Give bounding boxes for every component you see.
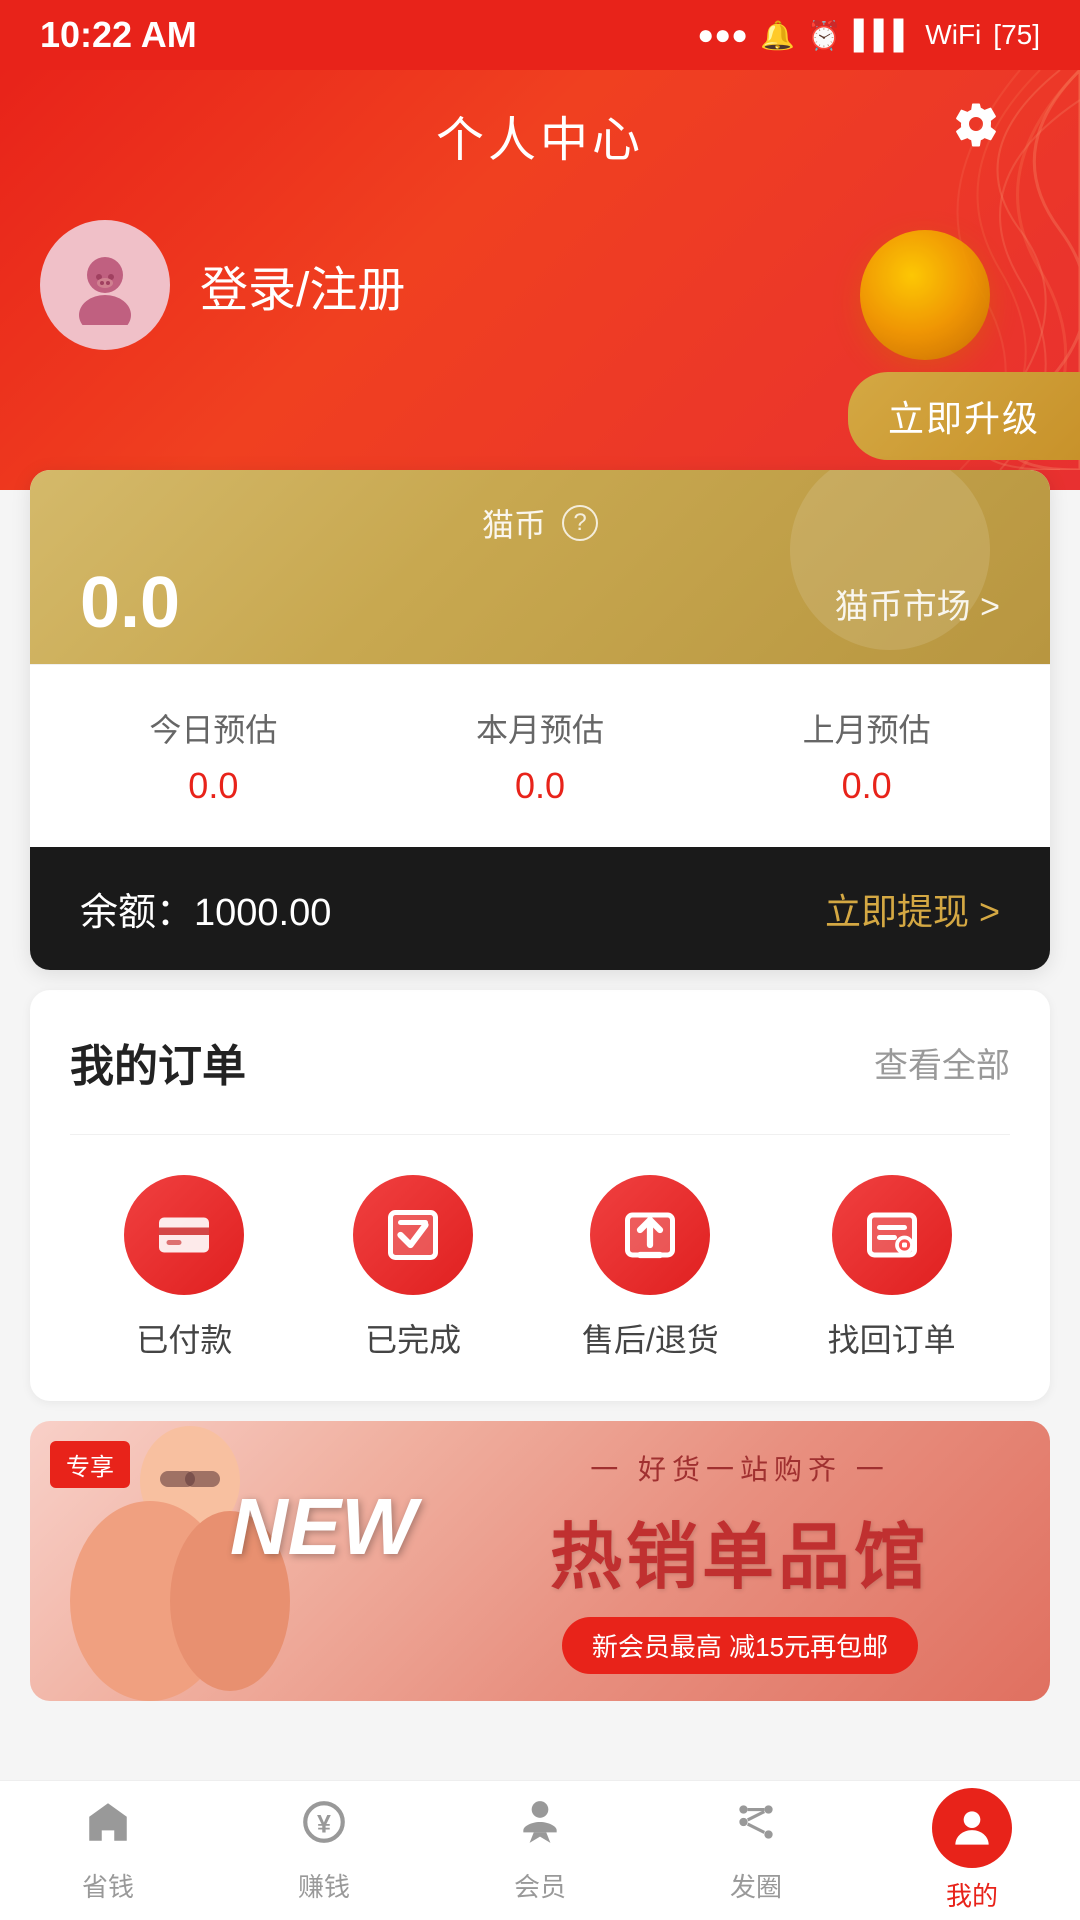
svg-text:¥: ¥	[317, 1810, 331, 1838]
banner-main-title: 热销单品馆	[550, 1498, 930, 1603]
header-section: 个人中心 登录/注册 立即升级	[0, 70, 1080, 490]
nav-share-label: 发圈	[730, 1867, 782, 1904]
orders-title: 我的订单	[70, 1030, 246, 1094]
order-completed[interactable]: 已完成	[353, 1175, 473, 1361]
nav-item-member[interactable]: 会员	[460, 1797, 620, 1904]
status-bar: 10:22 AM ●●● 🔔 ⏰ ▌▌▌ WiFi [75]	[0, 0, 1080, 70]
nav-item-profile[interactable]: 我的	[892, 1788, 1052, 1913]
coins-top-section: 猫币 ? 0.0 猫币市场 >	[30, 470, 1050, 664]
stat-today-label: 今日预估	[149, 705, 277, 751]
nav-profile-label: 我的	[946, 1876, 998, 1913]
page-title: 个人中心	[436, 100, 644, 170]
login-register-text[interactable]: 登录/注册	[200, 250, 405, 320]
banner-text-area: 一 好货一站购齐 一 热销单品馆 新会员最高 减15元再包邮	[450, 1421, 1050, 1701]
banner-promo-text: 新会员最高 减15元再包邮	[562, 1617, 918, 1674]
order-aftersale-label: 售后/退货	[582, 1315, 719, 1361]
orders-divider	[70, 1134, 1010, 1135]
share-icon	[731, 1797, 781, 1859]
wifi-icon: WiFi	[925, 19, 981, 51]
nav-member-label: 会员	[514, 1867, 566, 1904]
balance-bar: 余额：1000.00 立即提现 >	[30, 847, 1050, 970]
banner-new-text: NEW	[230, 1481, 417, 1573]
alarm-icon: ⏰	[807, 19, 842, 52]
nav-item-share[interactable]: 发圈	[676, 1797, 836, 1904]
order-completed-label: 已完成	[365, 1315, 461, 1361]
coins-label-row: 猫币 ?	[80, 500, 1000, 546]
money-icon: ¥	[299, 1797, 349, 1859]
nav-item-earn[interactable]: ¥ 赚钱	[244, 1797, 404, 1904]
coins-market-button[interactable]: 猫币市场 >	[835, 579, 1000, 628]
orders-section: 我的订单 查看全部 已付款 已完成	[30, 990, 1050, 1401]
order-recover[interactable]: 找回订单	[828, 1175, 956, 1361]
upgrade-button[interactable]: 立即升级	[848, 372, 1080, 460]
status-time: 10:22 AM	[40, 14, 197, 56]
member-icon	[515, 1797, 565, 1859]
coins-card: 猫币 ? 0.0 猫币市场 > 今日预估 0.0 本月预估 0.0 上月预估 0…	[30, 470, 1050, 970]
signal-bar-icon: ▌▌▌	[854, 19, 914, 51]
order-recover-icon-circle	[832, 1175, 952, 1295]
balance-text: 余额：1000.00	[80, 881, 331, 936]
settings-button[interactable]	[952, 100, 1000, 160]
order-recover-label: 找回订单	[828, 1315, 956, 1361]
gold-orb-decoration	[860, 230, 990, 360]
order-aftersale-icon-circle	[590, 1175, 710, 1295]
orders-header: 我的订单 查看全部	[70, 1030, 1010, 1094]
stat-today: 今日预估 0.0	[149, 705, 277, 807]
bell-icon: 🔔	[760, 19, 795, 52]
bottom-nav: 省钱 ¥ 赚钱 会员	[0, 1780, 1080, 1920]
signal-icon: ●●●	[697, 19, 748, 51]
stat-last-month-value: 0.0	[842, 765, 892, 807]
avatar[interactable]	[40, 220, 170, 350]
banner-section[interactable]: 专享 NEW 一 好货一站购齐 一 热销单品馆 新会员最高 减15元再包邮	[30, 1421, 1050, 1701]
view-all-orders-button[interactable]: 查看全部	[874, 1038, 1010, 1087]
coins-amount: 0.0	[80, 562, 180, 644]
stat-last-month: 上月预估 0.0	[803, 705, 931, 807]
banner-subtitle: 一 好货一站购齐 一	[590, 1448, 890, 1488]
order-paid-icon-circle	[124, 1175, 244, 1295]
battery-icon: [75]	[993, 19, 1040, 51]
order-paid-label: 已付款	[136, 1315, 232, 1361]
coins-label: 猫币	[482, 500, 546, 546]
stat-month-label: 本月预估	[476, 705, 604, 751]
nav-earn-label: 赚钱	[298, 1867, 350, 1904]
order-aftersale[interactable]: 售后/退货	[582, 1175, 719, 1361]
nav-save-label: 省钱	[82, 1867, 134, 1904]
status-icons: ●●● 🔔 ⏰ ▌▌▌ WiFi [75]	[697, 19, 1040, 52]
stat-last-month-label: 上月预估	[803, 705, 931, 751]
order-completed-icon-circle	[353, 1175, 473, 1295]
stat-month-value: 0.0	[515, 765, 565, 807]
store-icon	[83, 1797, 133, 1859]
stats-row: 今日预估 0.0 本月预估 0.0 上月预估 0.0	[30, 664, 1050, 847]
stat-month: 本月预估 0.0	[476, 705, 604, 807]
coins-help-button[interactable]: ?	[562, 505, 598, 541]
profile-nav-avatar	[932, 1788, 1012, 1868]
profile-row[interactable]: 登录/注册	[40, 220, 1040, 350]
coins-amount-row: 0.0 猫币市场 >	[80, 562, 1000, 644]
stat-today-value: 0.0	[188, 765, 238, 807]
order-paid[interactable]: 已付款	[124, 1175, 244, 1361]
orders-icons-row: 已付款 已完成 售后/退货	[70, 1175, 1010, 1361]
withdraw-button[interactable]: 立即提现 >	[825, 883, 1000, 935]
nav-item-save[interactable]: 省钱	[28, 1797, 188, 1904]
header-title-row: 个人中心	[40, 70, 1040, 170]
